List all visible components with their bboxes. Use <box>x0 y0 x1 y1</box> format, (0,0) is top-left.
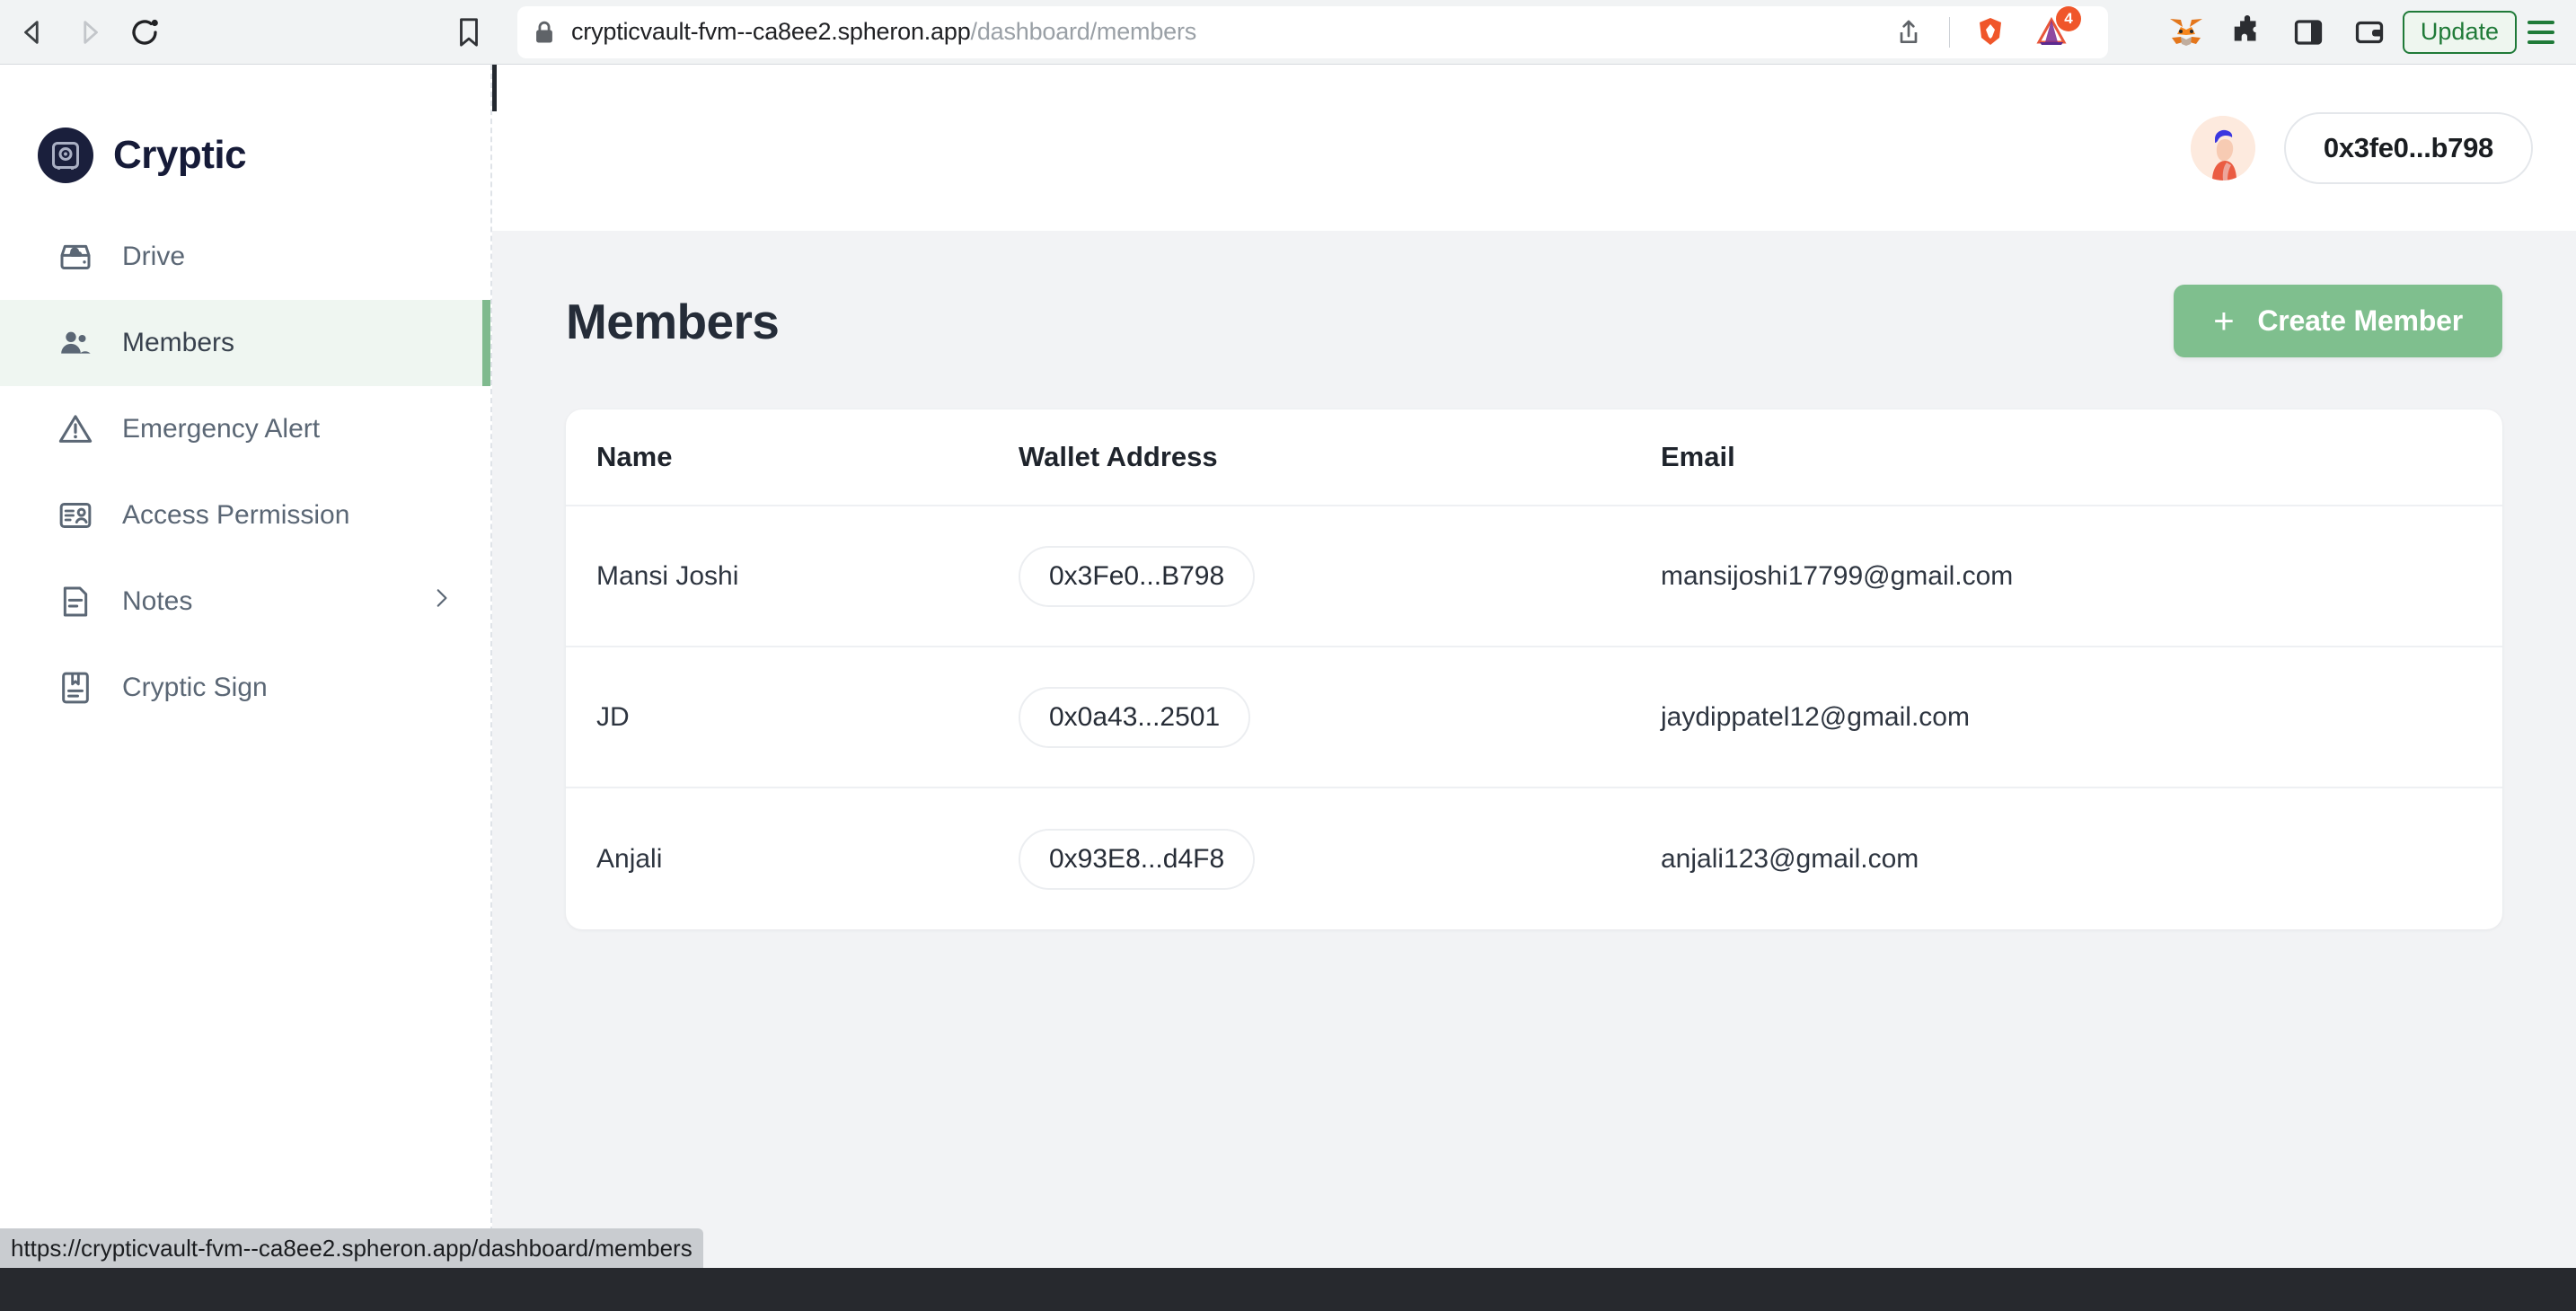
table-row[interactable]: JD 0x0a43...2501 jaydippatel12@gmail.com <box>566 647 2502 788</box>
brand-logo[interactable]: Cryptic <box>0 65 490 199</box>
sidebar-item-label: Cryptic Sign <box>122 673 268 702</box>
chevron-right-icon[interactable] <box>429 586 453 617</box>
cell-wallet: 0x3Fe0...B798 <box>1019 545 1661 607</box>
plus-icon: + <box>2213 301 2235 341</box>
warning-icon <box>56 409 95 449</box>
vault-logo-icon <box>38 128 93 183</box>
sidebar-item-drive[interactable]: Drive <box>0 214 490 300</box>
cryptic-sign-icon <box>56 668 95 708</box>
sidebar-item-access-permission[interactable]: Access Permission <box>0 472 490 559</box>
brave-lion-icon <box>1979 17 2001 45</box>
column-header-name: Name <box>596 441 673 472</box>
share-button[interactable] <box>1881 4 1936 60</box>
wallet-address-chip[interactable]: 0x3Fe0...B798 <box>1019 545 1256 607</box>
back-arrow-icon <box>24 20 39 44</box>
browser-toolbar: crypticvault-fvm--ca8ee2.spheron.app/das… <box>0 0 2576 65</box>
wallet-address-chip[interactable]: 0x93E8...d4F8 <box>1019 828 1256 890</box>
web-page: Cryptic Drive Members Emergency Alert Ac… <box>0 65 2576 1268</box>
metamask-fox-icon <box>2169 18 2202 46</box>
cell-name: Anjali <box>596 843 663 874</box>
sidebar-item-notes[interactable]: Notes <box>0 559 490 645</box>
sidebar-nav: Drive Members Emergency Alert Access Per… <box>0 214 490 731</box>
create-member-button[interactable]: + Create Member <box>2174 285 2502 357</box>
cell-wallet: 0x0a43...2501 <box>1019 686 1661 748</box>
page-title: Members <box>566 293 780 349</box>
share-icon <box>1900 20 1918 43</box>
table-row[interactable]: Anjali 0x93E8...d4F8 anjali123@gmail.com <box>566 788 2502 929</box>
sidebar-item-cryptic-sign[interactable]: Cryptic Sign <box>0 645 490 731</box>
wallet-icon <box>2355 21 2384 43</box>
reload-button[interactable] <box>117 4 172 60</box>
create-member-label: Create Member <box>2257 304 2463 337</box>
brand-name: Cryptic <box>113 133 247 177</box>
reload-icon <box>132 19 158 45</box>
sidebar-item-label: Drive <box>122 242 186 271</box>
app-topbar: 0x3fe0...b798 <box>492 65 2576 231</box>
notes-icon <box>56 582 95 621</box>
members-table: Name Wallet Address Email Mansi Joshi 0x… <box>566 409 2502 929</box>
sidebar-item-label: Members <box>122 328 235 357</box>
bookmark-button[interactable] <box>442 5 496 59</box>
sidebar-panel-icon <box>2294 19 2323 45</box>
forward-button[interactable] <box>61 4 117 60</box>
sidebar-item-label: Access Permission <box>122 500 350 530</box>
extensions-button[interactable] <box>2219 4 2275 60</box>
wallet-address-pill[interactable]: 0x3fe0...b798 <box>2283 111 2533 184</box>
sidebar-item-members[interactable]: Members <box>0 300 490 386</box>
main-content: 0x3fe0...b798 Members + Create Member Na… <box>492 65 2576 1268</box>
url-domain: crypticvault-fvm--ca8ee2.spheron.app <box>571 18 971 45</box>
avatar-illustration-icon <box>2190 115 2255 180</box>
brave-rewards-badge: 4 <box>2055 5 2081 31</box>
table-row[interactable]: Mansi Joshi 0x3Fe0...B798 mansijoshi1779… <box>566 506 2502 647</box>
cell-name: Mansi Joshi <box>596 560 739 591</box>
sidebar-item-label: Notes <box>122 586 193 616</box>
back-button[interactable] <box>5 4 61 60</box>
column-header-wallet: Wallet Address <box>1019 441 1218 472</box>
brave-shields-button[interactable] <box>1963 4 2018 60</box>
brave-wallet-button[interactable] <box>2342 4 2397 60</box>
update-button-label: Update <box>2420 18 2499 45</box>
update-button[interactable]: Update <box>2402 10 2517 54</box>
metamask-button[interactable] <box>2158 4 2214 60</box>
toolbar-divider <box>1948 16 1950 48</box>
cell-wallet: 0x93E8...d4F8 <box>1019 828 1661 890</box>
cell-email: jaydippatel12@gmail.com <box>1661 701 1970 732</box>
url-text: crypticvault-fvm--ca8ee2.spheron.app/das… <box>571 18 1881 46</box>
column-header-email: Email <box>1661 441 1735 472</box>
puzzle-piece-icon <box>2234 14 2256 40</box>
sidebar-item-label: Emergency Alert <box>122 414 321 444</box>
url-path: /dashboard/members <box>970 18 1197 45</box>
browser-nav-buttons <box>0 4 172 60</box>
browser-extension-toolbar: Update <box>2158 4 2576 60</box>
hamburger-line <box>2527 30 2554 34</box>
page-header: Members + Create Member <box>566 285 2502 357</box>
hamburger-line <box>2527 40 2554 44</box>
bookmark-icon <box>460 17 478 47</box>
status-bar: https://crypticvault-fvm--ca8ee2.spheron… <box>0 1228 703 1268</box>
members-page: Members + Create Member Name Wallet Addr… <box>492 231 2576 1268</box>
omnibox-area: crypticvault-fvm--ca8ee2.spheron.app/das… <box>442 5 2108 59</box>
cell-name: JD <box>596 701 630 732</box>
avatar[interactable] <box>2190 115 2255 180</box>
address-bar[interactable]: crypticvault-fvm--ca8ee2.spheron.app/das… <box>517 4 2108 60</box>
members-icon <box>56 323 95 363</box>
cell-email: anjali123@gmail.com <box>1661 843 1919 874</box>
wallet-address-chip[interactable]: 0x0a43...2501 <box>1019 686 1251 748</box>
cell-email: mansijoshi17799@gmail.com <box>1661 560 2014 591</box>
access-permission-icon <box>56 496 95 535</box>
sidebar-item-emergency-alert[interactable]: Emergency Alert <box>0 386 490 472</box>
browser-menu-button[interactable] <box>2519 10 2560 55</box>
forward-arrow-icon <box>84 20 98 44</box>
lock-icon <box>534 20 555 45</box>
hamburger-line <box>2527 20 2554 24</box>
omnibox-actions: 4 <box>1881 4 2092 60</box>
bottom-bar <box>0 1268 2576 1311</box>
app-sidebar: Cryptic Drive Members Emergency Alert Ac… <box>0 65 492 1268</box>
sidebar-toggle-button[interactable] <box>2280 4 2336 60</box>
table-header-row: Name Wallet Address Email <box>566 409 2502 506</box>
drive-icon <box>56 237 95 277</box>
brave-rewards-button[interactable]: 4 <box>2024 4 2081 60</box>
